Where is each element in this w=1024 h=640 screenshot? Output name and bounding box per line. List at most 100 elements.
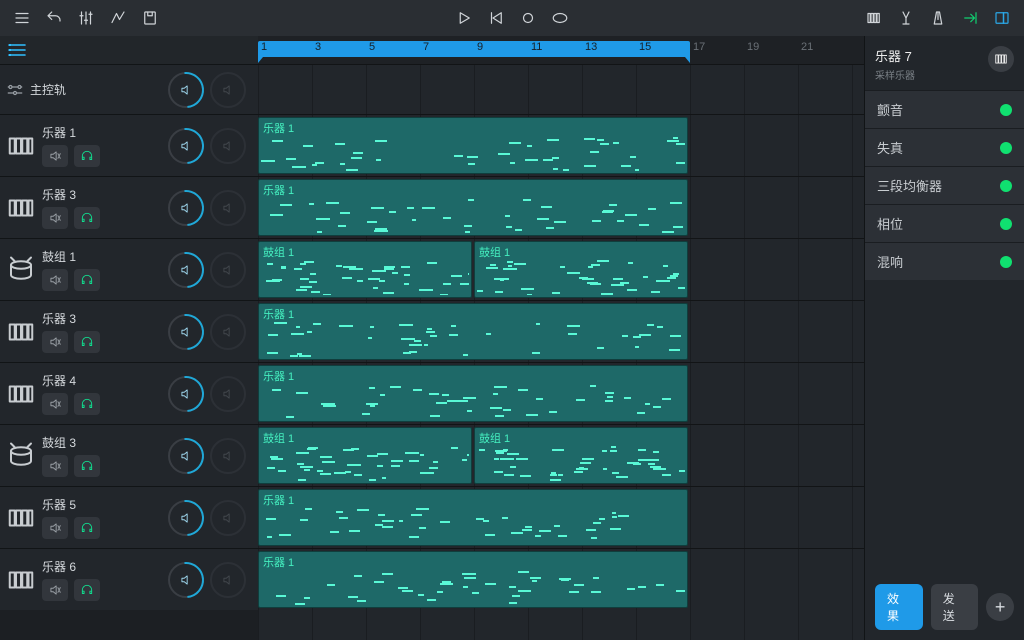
track-row[interactable]: 乐器 3 bbox=[0, 300, 258, 362]
monitor-button[interactable] bbox=[74, 579, 100, 601]
track-row[interactable]: 乐器 5 bbox=[0, 486, 258, 548]
mute-button[interactable] bbox=[42, 269, 68, 291]
pan-knob[interactable] bbox=[210, 128, 246, 164]
clip[interactable]: 乐器 1 bbox=[258, 365, 688, 422]
clip[interactable]: 乐器 1 bbox=[258, 489, 688, 546]
play-icon[interactable] bbox=[450, 4, 478, 32]
mute-button[interactable] bbox=[42, 579, 68, 601]
volume-knob[interactable] bbox=[168, 500, 204, 536]
effect-on-indicator[interactable] bbox=[1000, 142, 1012, 154]
undo-icon[interactable] bbox=[40, 4, 68, 32]
pan-knob[interactable] bbox=[210, 190, 246, 226]
metronome-icon[interactable] bbox=[924, 4, 952, 32]
clip[interactable]: 鼓组 1 bbox=[258, 241, 472, 298]
track-name-label: 乐器 3 bbox=[42, 186, 162, 203]
instrument-type-icon[interactable] bbox=[988, 46, 1014, 72]
clip[interactable]: 鼓组 1 bbox=[474, 241, 688, 298]
track-row[interactable]: 乐器 6 bbox=[0, 548, 258, 610]
pan-knob[interactable] bbox=[210, 562, 246, 598]
monitor-button[interactable] bbox=[74, 455, 100, 477]
effect-item[interactable]: 相位 bbox=[865, 204, 1024, 242]
timeline-row[interactable]: 乐器 1 bbox=[258, 362, 864, 424]
monitor-button[interactable] bbox=[74, 269, 100, 291]
clip[interactable]: 乐器 1 bbox=[258, 179, 688, 236]
master-track[interactable]: 主控轨 bbox=[0, 64, 258, 114]
menu-icon[interactable] bbox=[8, 4, 36, 32]
send-tab[interactable]: 发送 bbox=[931, 584, 979, 630]
effect-item[interactable]: 颤音 bbox=[865, 90, 1024, 128]
monitor-button[interactable] bbox=[74, 145, 100, 167]
volume-knob[interactable] bbox=[168, 190, 204, 226]
pan-knob[interactable] bbox=[210, 500, 246, 536]
piano-icon bbox=[6, 131, 36, 161]
mute-button[interactable] bbox=[42, 455, 68, 477]
timeline-row[interactable]: 乐器 1 bbox=[258, 548, 864, 610]
add-effect-button[interactable]: + bbox=[986, 593, 1014, 621]
timeline-row[interactable]: 鼓组 1鼓组 1 bbox=[258, 238, 864, 300]
effect-on-indicator[interactable] bbox=[1000, 180, 1012, 192]
pan-knob[interactable] bbox=[210, 376, 246, 412]
monitor-button[interactable] bbox=[74, 393, 100, 415]
loop-region[interactable] bbox=[258, 41, 690, 57]
loop-icon[interactable] bbox=[546, 4, 574, 32]
effect-item[interactable]: 失真 bbox=[865, 128, 1024, 166]
mute-button[interactable] bbox=[42, 145, 68, 167]
mute-button[interactable] bbox=[42, 393, 68, 415]
rewind-icon[interactable] bbox=[482, 4, 510, 32]
track-name-label: 乐器 3 bbox=[42, 310, 162, 327]
monitor-button[interactable] bbox=[74, 517, 100, 539]
clip[interactable]: 鼓组 1 bbox=[474, 427, 688, 484]
timeline-row[interactable]: 乐器 1 bbox=[258, 114, 864, 176]
effect-on-indicator[interactable] bbox=[1000, 104, 1012, 116]
settings-icon[interactable] bbox=[6, 81, 24, 99]
track-row[interactable]: 乐器 3 bbox=[0, 176, 258, 238]
keyboard-icon[interactable] bbox=[860, 4, 888, 32]
export-icon[interactable] bbox=[956, 4, 984, 32]
pan-knob[interactable] bbox=[210, 252, 246, 288]
volume-knob[interactable] bbox=[168, 128, 204, 164]
volume-knob[interactable] bbox=[168, 314, 204, 350]
clip[interactable]: 乐器 1 bbox=[258, 117, 688, 174]
effect-on-indicator[interactable] bbox=[1000, 256, 1012, 268]
timeline-row[interactable]: 乐器 1 bbox=[258, 486, 864, 548]
pan-knob[interactable] bbox=[210, 314, 246, 350]
mute-button[interactable] bbox=[42, 207, 68, 229]
track-name-label: 乐器 1 bbox=[42, 124, 162, 141]
automation-icon[interactable] bbox=[104, 4, 132, 32]
clip[interactable]: 鼓组 1 bbox=[258, 427, 472, 484]
track-row[interactable]: 乐器 1 bbox=[0, 114, 258, 176]
clip-label: 鼓组 1 bbox=[259, 428, 471, 448]
effect-item[interactable]: 混响 bbox=[865, 242, 1024, 280]
timeline-ruler[interactable]: 13579111315171921 bbox=[258, 36, 864, 64]
volume-knob[interactable] bbox=[168, 72, 204, 108]
piano-icon bbox=[6, 317, 36, 347]
track-row[interactable]: 乐器 4 bbox=[0, 362, 258, 424]
clip[interactable]: 乐器 1 bbox=[258, 551, 688, 608]
effect-item[interactable]: 三段均衡器 bbox=[865, 166, 1024, 204]
save-icon[interactable] bbox=[136, 4, 164, 32]
mute-button[interactable] bbox=[42, 331, 68, 353]
volume-knob[interactable] bbox=[168, 252, 204, 288]
pan-knob[interactable] bbox=[210, 72, 246, 108]
mute-button[interactable] bbox=[42, 517, 68, 539]
volume-knob[interactable] bbox=[168, 562, 204, 598]
view-mode-icon[interactable] bbox=[8, 43, 26, 57]
snap-icon[interactable] bbox=[892, 4, 920, 32]
track-name-label: 乐器 6 bbox=[42, 558, 162, 575]
volume-knob[interactable] bbox=[168, 438, 204, 474]
timeline-row[interactable]: 乐器 1 bbox=[258, 300, 864, 362]
monitor-button[interactable] bbox=[74, 207, 100, 229]
monitor-button[interactable] bbox=[74, 331, 100, 353]
clip[interactable]: 乐器 1 bbox=[258, 303, 688, 360]
track-row[interactable]: 鼓组 1 bbox=[0, 238, 258, 300]
mixer-icon[interactable] bbox=[72, 4, 100, 32]
effect-on-indicator[interactable] bbox=[1000, 218, 1012, 230]
volume-knob[interactable] bbox=[168, 376, 204, 412]
panel-toggle-icon[interactable] bbox=[988, 4, 1016, 32]
timeline-row[interactable]: 鼓组 1鼓组 1 bbox=[258, 424, 864, 486]
track-row[interactable]: 鼓组 3 bbox=[0, 424, 258, 486]
record-icon[interactable] bbox=[514, 4, 542, 32]
timeline-row[interactable]: 乐器 1 bbox=[258, 176, 864, 238]
effects-tab[interactable]: 效果 bbox=[875, 584, 923, 630]
pan-knob[interactable] bbox=[210, 438, 246, 474]
